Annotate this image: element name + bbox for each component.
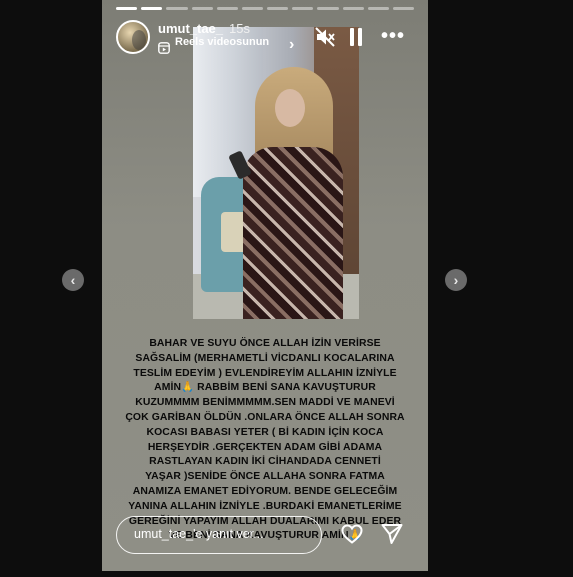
photo-person-face: [275, 89, 305, 127]
progress-segment: [342, 7, 364, 10]
story-viewer[interactable]: umut_tae_ 15s Reels videosunun › ••• BAH…: [102, 0, 428, 571]
progress-segment: [317, 7, 339, 10]
progress-segment: [241, 7, 264, 10]
progress-segment: [367, 7, 389, 10]
reply-input[interactable]: umut_tae_'e yanıt ver...: [116, 516, 322, 554]
reels-icon[interactable]: [158, 42, 170, 54]
story-time: 15s: [229, 21, 250, 36]
story-photo: [193, 27, 359, 319]
photo-person-body: [243, 147, 343, 319]
progress-segment: [191, 7, 213, 10]
username[interactable]: umut_tae_: [158, 21, 223, 36]
progress-segment: [141, 7, 163, 10]
chevron-right-icon[interactable]: ›: [289, 36, 294, 54]
more-icon[interactable]: •••: [381, 26, 405, 46]
pause-icon[interactable]: [349, 28, 363, 46]
previous-story-button[interactable]: ‹: [62, 269, 84, 291]
progress-segment: [116, 7, 138, 10]
progress-segment: [292, 7, 314, 10]
progress-segment: [392, 7, 415, 10]
progress-segment: [267, 7, 289, 10]
next-story-button[interactable]: ›: [445, 269, 467, 291]
send-icon[interactable]: [380, 522, 404, 546]
speaker-muted-icon[interactable]: [314, 26, 336, 48]
story-caption: BAHAR VE SUYU ÖNCE ALLAH İZİN VERİRSE SA…: [125, 338, 405, 542]
heart-icon[interactable]: [340, 522, 364, 546]
progress-segment: [216, 7, 238, 10]
reels-link-label[interactable]: Reels videosunun: [175, 36, 269, 48]
progress-segment: [166, 7, 188, 10]
story-header: umut_tae_ 15s Reels videosunun › •••: [116, 20, 418, 60]
story-progress: [116, 7, 415, 10]
avatar[interactable]: [116, 20, 150, 54]
